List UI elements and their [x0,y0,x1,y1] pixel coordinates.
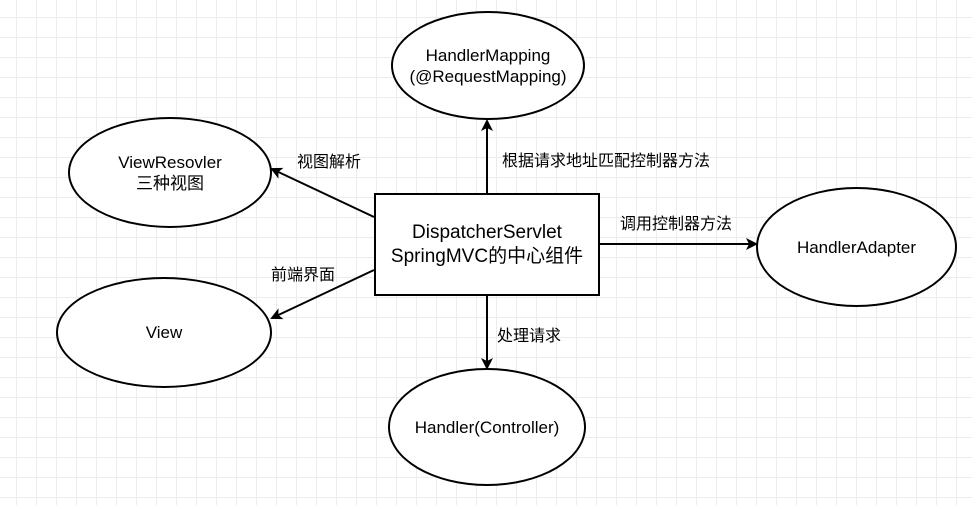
view-resolver-node[interactable]: ViewResovler 三种视图 [68,117,272,228]
view-resolver-title: ViewResovler [118,152,222,172]
handler-mapping-node[interactable]: HandlerMapping (@RequestMapping) [391,11,585,120]
view-node[interactable]: View [56,277,272,388]
handler-title: Handler(Controller) [414,417,560,437]
diagram-canvas: DispatcherServlet SpringMVC的中心组件 Handler… [0,0,972,505]
label-to-view-resolver: 视图解析 [297,154,362,171]
view-resolver-subtitle: 三种视图 [136,173,204,193]
handler-mapping-title: HandlerMapping [425,45,551,65]
dispatcher-servlet-title: DispatcherServlet [412,221,562,243]
dispatcher-servlet-subtitle: SpringMVC的中心组件 [390,245,584,267]
dispatcher-servlet-node[interactable]: DispatcherServlet SpringMVC的中心组件 [374,193,600,296]
label-to-view: 前端界面 [271,267,336,284]
label-to-handler-adapter: 调用控制器方法 [620,216,733,233]
label-to-handler: 处理请求 [497,328,562,345]
handler-mapping-subtitle: (@RequestMapping) [409,66,567,86]
handler-adapter-node[interactable]: HandlerAdapter [756,187,957,307]
handler-node[interactable]: Handler(Controller) [388,368,586,486]
view-title: View [145,323,183,342]
label-to-handler-mapping: 根据请求地址匹配控制器方法 [502,153,711,170]
arrow-to-view-resolver [270,167,375,218]
handler-adapter-title: HandlerAdapter [796,237,917,257]
